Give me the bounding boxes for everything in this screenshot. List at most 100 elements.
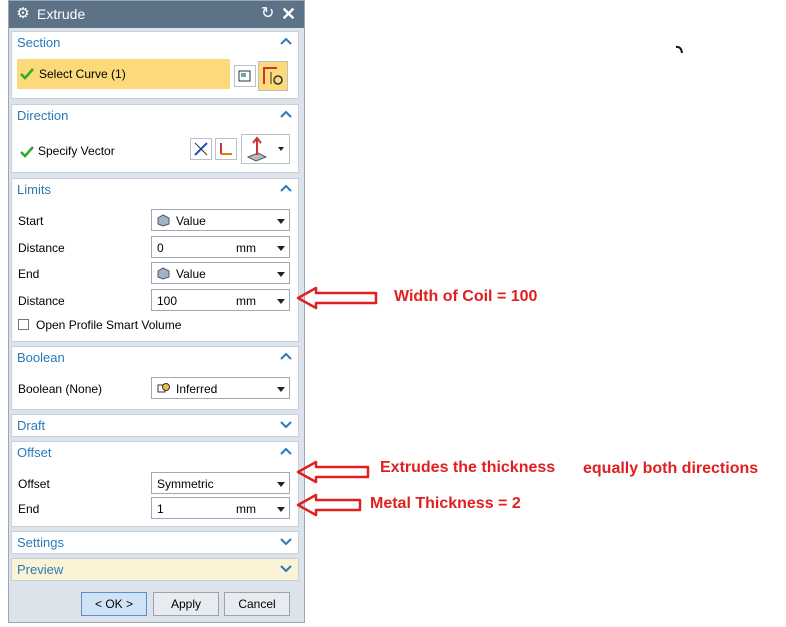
limits-title: Limits [17,182,51,197]
cube-icon [157,267,170,280]
end-dropdown[interactable]: Value [151,262,290,284]
thickness-annotation: Metal Thickness = 2 [370,495,521,512]
curve-selection-icon[interactable] [258,61,288,91]
gear-icon[interactable]: ⚙ [14,5,32,23]
boolean-title: Boolean [17,350,65,365]
direction-title: Direction [17,108,69,123]
chevron-up-icon[interactable] [279,181,293,195]
unit-label: mm [236,241,256,255]
apply-button[interactable]: Apply [153,592,219,616]
boolean-row: Boolean (None) Inferred [12,377,298,401]
draft-panel: Draft [11,414,299,437]
extrudes-annotation-tail: equally both directions [583,460,759,477]
chevron-down-icon [277,387,285,392]
settings-title: Settings [17,535,64,550]
chevron-down-icon[interactable] [279,534,293,548]
chevron-up-icon[interactable] [279,107,293,121]
reset-icon[interactable]: ↻ [261,4,274,24]
cursor-mark [675,45,683,54]
preview-title: Preview [17,562,64,577]
boolean-header[interactable]: Boolean [12,347,298,369]
unit-label: mm [236,294,256,308]
start-label: Start [18,214,44,228]
chevron-down-icon [277,272,285,277]
sketch-section-icon[interactable] [234,65,256,87]
chevron-up-icon[interactable] [279,349,293,363]
width-annotation: Width of Coil = 100 [394,288,538,305]
chevron-down-icon[interactable] [279,561,293,575]
preview-header[interactable]: Preview [12,559,298,581]
cancel-button[interactable]: Cancel [224,592,290,616]
chevron-down-icon [277,507,285,512]
end-value: Value [176,267,206,281]
select-curve-label: Select Curve (1) [39,67,126,81]
offset-panel: Offset Offset Symmetric End 1 mm [11,441,299,527]
ok-button[interactable]: < OK > [81,592,147,616]
chevron-down-icon [278,147,284,151]
boolean-label: Boolean (None) [18,382,103,396]
settings-panel: Settings [11,531,299,554]
specify-vector-label: Specify Vector [38,144,115,158]
preview-panel: Preview [11,558,299,581]
open-profile-row: Open Profile Smart Volume [12,313,298,337]
limits-panel: Limits Start Value Distance 0 mm End Val… [11,178,299,342]
vector-type-dropdown[interactable] [241,134,290,164]
start-dropdown[interactable]: Value [151,209,290,231]
boolean-dropdown[interactable]: Inferred [151,377,290,399]
title-bar: ⚙ Extrude ↻ ✕ [9,1,304,28]
offset-end-row: End 1 mm [12,497,298,521]
distance-start-value: 0 [157,241,164,255]
distance-end-input[interactable]: 100 mm [151,289,290,311]
checkmark-icon [20,67,34,81]
chevron-down-icon [277,482,285,487]
chevron-down-icon [277,299,285,304]
offset-title: Offset [17,445,52,460]
boolean-panel: Boolean Boolean (None) Inferred [11,346,299,410]
open-profile-checkbox[interactable] [18,319,29,330]
vector-dialog-icon[interactable] [215,138,237,160]
start-row: Start Value [12,209,298,233]
direction-panel: Direction Specify Vector [11,104,299,173]
reverse-direction-icon[interactable] [190,138,212,160]
distance-start-input[interactable]: 0 mm [151,236,290,258]
offset-header[interactable]: Offset [12,442,298,464]
offset-dropdown[interactable]: Symmetric [151,472,290,494]
start-value: Value [176,214,206,228]
dialog-title: Extrude [37,6,86,22]
boolean-inferred-icon [157,382,170,395]
chevron-up-icon[interactable] [279,34,293,48]
offset-label: Offset [18,477,50,491]
extrude-dialog: ⚙ Extrude ↻ ✕ Section Select Curve (1) D… [8,0,305,623]
annotation-arrow [296,286,378,310]
chevron-up-icon[interactable] [279,444,293,458]
background-strip [0,0,8,627]
settings-header[interactable]: Settings [12,532,298,554]
extrudes-annotation: Extrudes the thickness [380,459,556,476]
draft-title: Draft [17,418,46,433]
draft-header[interactable]: Draft [12,415,298,437]
boolean-value: Inferred [176,382,218,396]
section-header[interactable]: Section [12,32,298,54]
annotation-arrow [296,493,362,517]
distance-start-row: Distance 0 mm [12,236,298,260]
select-curve-row[interactable]: Select Curve (1) [17,59,230,89]
end-label: End [18,267,40,281]
close-icon[interactable]: ✕ [281,3,296,25]
offset-value: Symmetric [157,477,214,491]
distance-end-value: 100 [157,294,178,308]
offset-end-label: End [18,502,40,516]
open-profile-label: Open Profile Smart Volume [36,318,182,332]
offset-end-input[interactable]: 1 mm [151,497,290,519]
chevron-down-icon[interactable] [279,417,293,431]
distance-end-row: Distance 100 mm [12,289,298,313]
chevron-down-icon [277,246,285,251]
offset-row: Offset Symmetric [12,472,298,496]
distance-label: Distance [18,241,65,255]
section-panel: Section Select Curve (1) [11,31,299,99]
section-title: Section [17,35,61,50]
end-row: End Value [12,262,298,286]
direction-header[interactable]: Direction [12,105,298,127]
chevron-down-icon [277,219,285,224]
distance-label: Distance [18,294,65,308]
limits-header[interactable]: Limits [12,179,298,201]
